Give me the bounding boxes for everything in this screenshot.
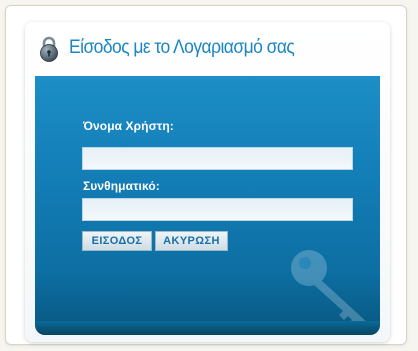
login-button[interactable]: ΕΙΣΟΔΟΣ xyxy=(82,231,152,251)
password-input[interactable] xyxy=(82,198,353,221)
login-title: Είσοδος με το Λογαριασμό σας xyxy=(69,37,295,58)
username-input[interactable] xyxy=(82,147,353,170)
form-footer-bar xyxy=(35,321,380,335)
login-header: Είσοδος με το Λογαριασμό σας xyxy=(25,22,390,76)
login-form-area: Όνομα Χρήστη: Συνθηματικό: ΕΙΣΟΔΟΣ ΑΚΥΡΩ… xyxy=(35,76,380,335)
password-label: Συνθηματικό: xyxy=(83,179,160,193)
login-panel: Είσοδος με το Λογαριασμό σας Όνομα Χρήστ… xyxy=(25,22,390,342)
padlock-icon xyxy=(40,36,58,62)
key-icon xyxy=(291,250,369,330)
cancel-button[interactable]: ΑΚΥΡΩΣΗ xyxy=(155,231,228,251)
username-label: Όνομα Χρήστη: xyxy=(83,119,174,133)
